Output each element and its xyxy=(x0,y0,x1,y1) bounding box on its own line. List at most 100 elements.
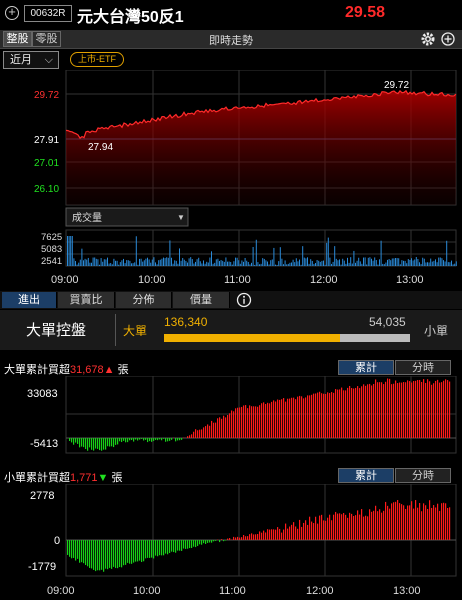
big-cum-bar xyxy=(241,406,243,438)
small-cum-bar xyxy=(89,540,91,568)
big-cum-chart[interactable]: 33083 -5413 xyxy=(0,376,462,454)
big-cum-bar xyxy=(215,422,217,438)
big-cum-bar xyxy=(125,438,127,443)
price-chart[interactable]: 29.72 27.91 27.01 26.10 29.72 27.94 成交量 … xyxy=(0,70,462,291)
volume-bar xyxy=(313,263,315,266)
big-cum-bar xyxy=(235,408,237,438)
period-selected: 近月 xyxy=(10,54,32,66)
big-cum-bar xyxy=(309,395,311,438)
info-circle-icon[interactable] xyxy=(236,292,252,308)
volume-bar xyxy=(449,262,451,266)
small-cum-bar xyxy=(257,534,259,540)
big-cum-bar xyxy=(299,395,301,438)
big-cum-bar xyxy=(93,438,95,451)
volume-bar xyxy=(427,262,428,266)
period-select[interactable]: 近月 ⌵ xyxy=(3,51,59,69)
small-cum-bar xyxy=(227,538,229,540)
volume-bar xyxy=(420,263,422,266)
small-cum-bar xyxy=(223,540,225,542)
odd-lot-button[interactable]: 零股 xyxy=(32,31,61,47)
volume-bar xyxy=(452,264,454,266)
small-cum-bar xyxy=(153,540,155,559)
small-cum-bar xyxy=(183,540,185,549)
volume-bar xyxy=(238,260,240,266)
small-cum-bar xyxy=(233,536,235,540)
volume-bar xyxy=(135,236,137,266)
small-cum-bar xyxy=(111,540,113,569)
volume-bar xyxy=(203,260,204,266)
small-cum-bar xyxy=(269,529,271,540)
small-cum-bar xyxy=(229,538,231,540)
small-cum-bar xyxy=(141,540,143,563)
big-cum-bar xyxy=(87,438,89,451)
small-cum-bar xyxy=(185,540,187,549)
volume-bar xyxy=(270,260,272,266)
big-cum-bar xyxy=(139,438,141,440)
gear-icon[interactable] xyxy=(420,31,436,47)
big-cum-bar xyxy=(347,387,349,438)
stock-code-box[interactable]: 00632R xyxy=(24,5,72,22)
tab-in-out[interactable]: 進出 xyxy=(2,292,57,308)
small-cum-bar xyxy=(81,540,83,563)
volume-bar xyxy=(319,261,321,266)
big-cum-button[interactable]: 累計 xyxy=(338,360,394,375)
small-cum-bar xyxy=(87,540,89,567)
big-cum-bar xyxy=(181,438,183,440)
small-cum-bar xyxy=(75,540,77,561)
small-time-button[interactable]: 分時 xyxy=(395,468,451,483)
volume-bar xyxy=(131,263,132,266)
tab-distribution[interactable]: 分佈 xyxy=(116,292,172,308)
big-cum-bar xyxy=(111,438,113,447)
volume-bar xyxy=(225,257,227,266)
small-cum-bar xyxy=(283,529,285,540)
big-cum-bar xyxy=(209,425,211,438)
small-cum-bar xyxy=(117,540,119,569)
volume-bar xyxy=(132,263,134,266)
volume-bar xyxy=(188,258,190,266)
big-cum-bar xyxy=(75,438,77,443)
tab-buy-sell-ratio[interactable]: 買賣比 xyxy=(58,292,115,308)
volume-bar xyxy=(334,246,336,266)
volume-bar xyxy=(211,251,212,266)
volume-bar xyxy=(247,262,249,266)
big-cum-bar xyxy=(389,378,391,438)
big-cum-bar xyxy=(433,383,435,438)
volume-bar xyxy=(281,258,283,266)
small-cum-bar xyxy=(121,540,123,568)
volume-bar xyxy=(407,259,409,266)
small-cum-bar xyxy=(357,510,359,540)
whole-lot-button[interactable]: 整股 xyxy=(3,31,32,47)
small-cum-button[interactable]: 累計 xyxy=(338,468,394,483)
big-cum-bar xyxy=(179,438,181,441)
small-cum-bar xyxy=(341,514,343,540)
volume-bar xyxy=(212,263,214,266)
small-cum-bar xyxy=(251,533,253,540)
volume-bar xyxy=(164,258,166,266)
big-cum-bar xyxy=(427,379,429,438)
small-cum-bar xyxy=(261,532,263,540)
volume-bar xyxy=(81,248,83,266)
volume-bar xyxy=(335,258,337,266)
volume-bar xyxy=(89,262,91,266)
plus-circle-icon[interactable]: + xyxy=(5,5,19,20)
volume-bar xyxy=(291,262,292,266)
tab-price-volume[interactable]: 價量 xyxy=(173,292,230,308)
small-cum-chart[interactable]: 2778 0 -1779 09:00 10:00 11:00 12:00 13:… xyxy=(0,484,462,600)
big-cum-bar xyxy=(123,438,125,441)
big-cum-bar xyxy=(269,403,271,438)
small-cum-bar xyxy=(165,540,167,554)
small-cum-bar xyxy=(127,540,129,563)
big-cum-bar xyxy=(385,381,387,438)
big-cum-bar xyxy=(253,406,255,438)
big-value: 136,340 xyxy=(164,315,208,329)
arrow-down-icon: ▼ xyxy=(97,472,109,484)
small-cum-value: 1,771 xyxy=(70,472,98,484)
volume-bar xyxy=(441,258,443,266)
volume-bar xyxy=(100,258,102,266)
big-time-button[interactable]: 分時 xyxy=(395,360,451,375)
volume-bar xyxy=(318,260,320,266)
small-cum-bar xyxy=(203,540,205,544)
add-window-icon[interactable] xyxy=(441,32,455,46)
big-cum-bar xyxy=(305,397,307,438)
big-cum-bar xyxy=(337,389,339,438)
